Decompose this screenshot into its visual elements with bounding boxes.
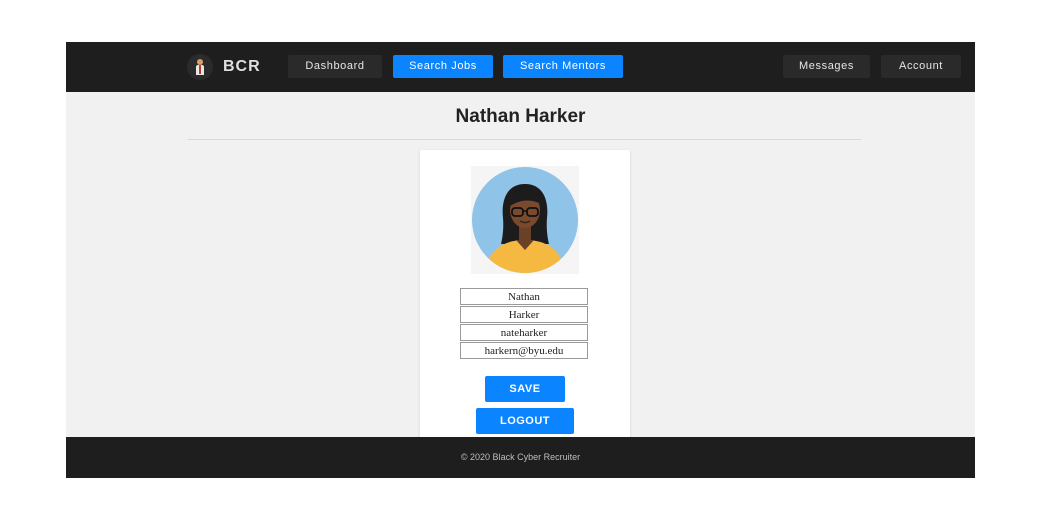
search-jobs-button[interactable]: Search Jobs (393, 55, 493, 78)
logout-button[interactable]: LOGOUT (476, 408, 574, 434)
account-button[interactable]: Account (881, 55, 961, 78)
first-name-field[interactable] (460, 288, 588, 305)
email-field[interactable] (460, 342, 588, 359)
navbar: BCR Dashboard Search Jobs Search Mentors… (66, 42, 975, 92)
user-avatar-icon (471, 166, 579, 274)
messages-button[interactable]: Messages (783, 55, 870, 78)
footer: © 2020 Black Cyber Recruiter (66, 437, 975, 478)
profile-card: SAVE LOGOUT (420, 150, 630, 450)
app-window: BCR Dashboard Search Jobs Search Mentors… (66, 42, 975, 478)
brand-logo[interactable]: BCR (187, 53, 261, 81)
save-button[interactable]: SAVE (485, 376, 565, 402)
dashboard-button[interactable]: Dashboard (288, 55, 382, 78)
username-field[interactable] (460, 324, 588, 341)
title-divider (188, 139, 861, 140)
person-tie-icon (187, 54, 213, 80)
footer-copyright: © 2020 Black Cyber Recruiter (460, 452, 581, 462)
page-title: Nathan Harker (455, 106, 586, 127)
brand-name: BCR (223, 58, 261, 75)
last-name-field[interactable] (460, 306, 588, 323)
search-mentors-button[interactable]: Search Mentors (503, 55, 623, 78)
